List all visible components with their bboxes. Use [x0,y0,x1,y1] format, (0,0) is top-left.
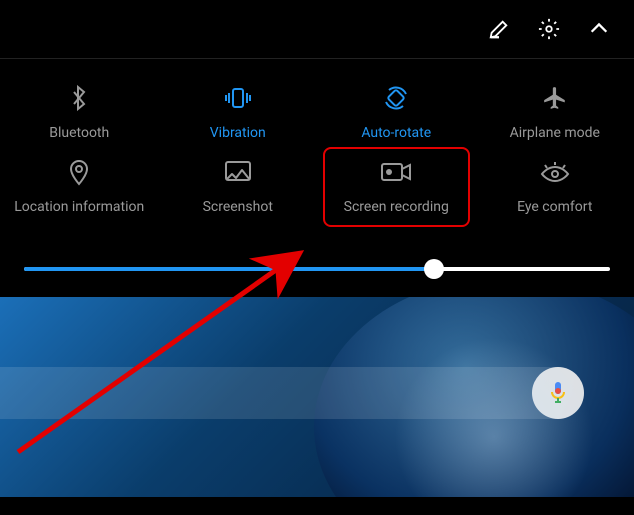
screenshot-icon [224,157,252,187]
screen-recording-icon [380,157,412,187]
bluetooth-label: Bluetooth [49,125,109,141]
quick-settings-panel: Bluetooth Vibration Auto-rotate [0,0,634,297]
autorotate-tile[interactable]: Auto-rotate [317,75,476,149]
vibration-icon [222,83,254,113]
airplane-label: Airplane mode [510,125,600,141]
screen-recording-label: Screen recording [344,199,449,215]
location-label: Location information [14,199,144,215]
vibration-tile[interactable]: Vibration [159,75,318,149]
eye-comfort-tile[interactable]: Eye comfort [476,149,634,223]
edit-icon[interactable] [488,18,510,40]
screenshot-tile[interactable]: Screenshot [159,149,318,223]
screen-recording-tile[interactable]: Screen recording [317,149,476,223]
quick-tiles-grid: Bluetooth Vibration Auto-rotate [0,59,634,245]
bluetooth-icon [69,83,89,113]
eye-comfort-icon [540,157,570,187]
vibration-label: Vibration [210,125,266,141]
home-wallpaper [0,297,634,497]
eye-comfort-label: Eye comfort [517,199,592,215]
slider-thumb[interactable] [424,259,444,279]
airplane-icon [542,83,568,113]
microphone-icon [549,381,567,405]
autorotate-icon [382,83,410,113]
settings-icon[interactable] [538,18,560,40]
brightness-slider[interactable] [0,245,634,297]
panel-header [0,0,634,58]
slider-fill [24,267,434,271]
bluetooth-tile[interactable]: Bluetooth [0,75,159,149]
airplane-tile[interactable]: Airplane mode [476,75,634,149]
location-tile[interactable]: Location information [0,149,159,223]
expand-icon[interactable] [588,18,610,40]
autorotate-label: Auto-rotate [361,125,431,141]
screenshot-label: Screenshot [203,199,273,215]
location-icon [68,157,90,187]
voice-search-button[interactable] [532,367,584,419]
slider-track [24,267,610,271]
search-bar[interactable] [0,367,584,419]
